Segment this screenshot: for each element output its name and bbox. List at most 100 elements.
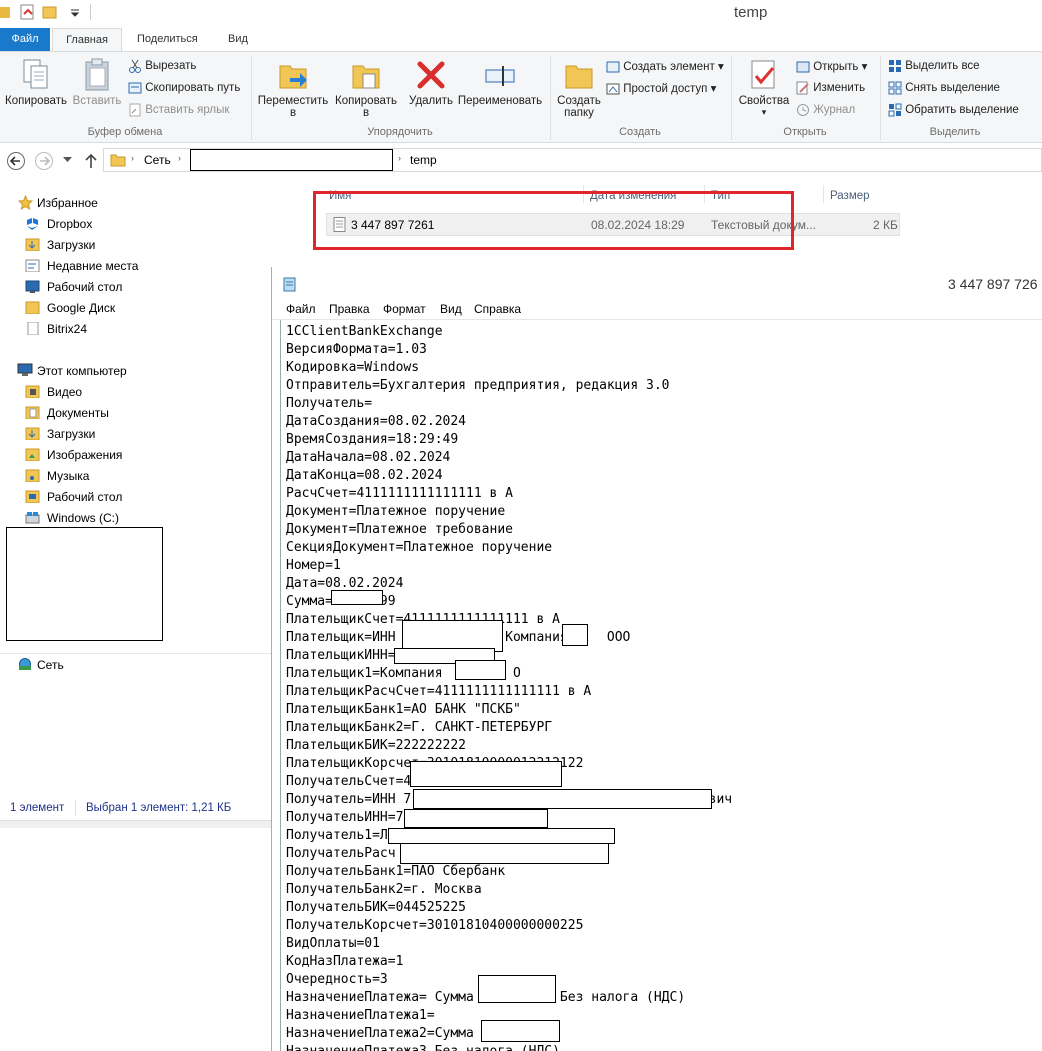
new-folder-button[interactable]: Создать папку xyxy=(555,58,603,119)
history-button[interactable]: Журнал xyxy=(796,103,855,117)
ribbon-separator xyxy=(251,56,252,140)
copy-path-button[interactable]: Скопировать путь xyxy=(128,81,240,95)
delete-button[interactable]: Удалить xyxy=(406,58,456,107)
menu-format[interactable]: Формат xyxy=(383,302,426,316)
edit-button[interactable]: Изменить xyxy=(796,81,865,95)
text-line: ПлательщикБИК=222222222 xyxy=(286,738,467,753)
nav-item-documents[interactable]: Документы xyxy=(47,406,109,420)
back-arrow-icon[interactable] xyxy=(6,151,26,171)
address-bar[interactable]: › Сеть › › temp xyxy=(103,148,1042,172)
breadcrumb-chevron-icon: › xyxy=(398,153,401,163)
status-bar-edge xyxy=(0,820,271,828)
tab-view[interactable]: Вид xyxy=(218,28,258,51)
edit-pencil-icon xyxy=(796,81,809,95)
text-line: ВидОплаты=01 xyxy=(286,936,380,951)
quick-access-toolbar: temp xyxy=(0,0,1042,28)
invert-selection-button[interactable]: Обратить выделение xyxy=(888,103,1019,117)
new-folder-icon[interactable] xyxy=(42,4,58,20)
text-line: ПолучательБанк2=г. Москва xyxy=(286,882,482,897)
breadcrumb-temp[interactable]: temp xyxy=(410,153,437,167)
copy-to-label-2: в xyxy=(362,107,370,119)
highlight-box xyxy=(313,191,794,250)
text-line: ВерсияФормата=1.03 xyxy=(286,342,427,357)
nav-item-pictures[interactable]: Изображения xyxy=(47,448,122,462)
select-none-icon xyxy=(888,81,902,95)
move-to-button[interactable]: Переместить в xyxy=(256,58,330,119)
tab-home[interactable]: Главная xyxy=(52,28,122,51)
column-header-size[interactable]: Размер xyxy=(830,190,870,202)
cut-button[interactable]: Вырезать xyxy=(128,59,196,73)
text-line: Сумма=10019.99 xyxy=(286,593,1036,611)
nav-favorites[interactable]: Избранное xyxy=(37,196,98,210)
nav-item-pc-desktop[interactable]: Рабочий стол xyxy=(47,490,122,504)
redacted-box xyxy=(190,149,393,171)
redacted-box xyxy=(400,843,609,864)
text-line: ПлательщикСчет=4111111111111111 в А xyxy=(286,612,560,627)
menu-view[interactable]: Вид xyxy=(440,302,462,316)
breadcrumb-chevron-icon: › xyxy=(178,153,181,163)
paste-label: Вставить xyxy=(72,95,122,107)
properties-icon[interactable] xyxy=(20,4,36,20)
nav-item-music[interactable]: Музыка xyxy=(47,469,89,483)
nav-item-videos[interactable]: Видео xyxy=(47,385,82,399)
copy-folder-icon xyxy=(352,65,380,89)
easy-access-button[interactable]: Простой доступ ▾ xyxy=(606,81,716,96)
nav-item-windows-c[interactable]: Windows (C:) xyxy=(47,511,119,525)
nav-this-pc[interactable]: Этот компьютер xyxy=(37,364,127,378)
tab-file[interactable]: Файл xyxy=(0,28,50,51)
text-line: ПлательщикБанк1=АО БАНК "ПСКБ" xyxy=(286,702,521,717)
open-button[interactable]: Открыть ▾ xyxy=(796,59,867,74)
notepad-text-area[interactable]: 1CClientBankExchange ВерсияФормата=1.03 Ко… xyxy=(286,323,1036,1051)
menu-edit[interactable]: Правка xyxy=(329,302,370,316)
copy-button[interactable]: Копировать xyxy=(4,58,68,107)
easy-access-label: Простой доступ xyxy=(623,83,708,95)
nav-item-downloads[interactable]: Загрузки xyxy=(47,238,95,252)
network-icon xyxy=(19,658,31,670)
invert-selection-label: Обратить выделение xyxy=(905,104,1019,117)
breadcrumb-network[interactable]: Сеть xyxy=(144,153,171,167)
menu-file[interactable]: Файл xyxy=(286,302,316,316)
copy-to-button[interactable]: Копировать в xyxy=(330,58,402,119)
nav-item-pc-downloads[interactable]: Загрузки xyxy=(47,427,95,441)
desktop-icon xyxy=(25,280,40,293)
text-line: ПолучательКорсчет=30101810400000000225 xyxy=(286,918,584,933)
rename-button[interactable]: Переименовать xyxy=(456,58,544,107)
text-line: ПолучательБИК=044525225 xyxy=(286,900,467,915)
invert-selection-icon xyxy=(888,103,902,117)
paste-shortcut-button[interactable]: Вставить ярлык xyxy=(128,103,229,117)
breadcrumb-chevron-icon: › xyxy=(131,153,134,163)
properties-button[interactable]: Свойства ▾ xyxy=(736,58,792,118)
nav-network[interactable]: Сеть xyxy=(37,658,64,672)
text-line: ДатаСоздания=08.02.2024 xyxy=(286,414,467,429)
tab-share[interactable]: Поделиться xyxy=(127,28,208,51)
text-line: Плательщик1=Компания О xyxy=(286,666,521,681)
paste-button[interactable]: Вставить xyxy=(70,58,124,107)
select-all-button[interactable]: Выделить все xyxy=(888,59,980,73)
group-organize-label: Упорядочить xyxy=(367,126,433,138)
text-line: СекцияДокумент=Платежное поручение xyxy=(286,540,553,555)
recent-locations-icon[interactable] xyxy=(63,157,72,163)
nav-item-google-drive[interactable]: Google Диск xyxy=(47,301,115,315)
text-line: КодНазПлатежа=1 xyxy=(286,954,404,969)
group-create-label: Создать xyxy=(619,126,661,138)
nav-item-recent[interactable]: Недавние места xyxy=(47,259,138,273)
paste-icon xyxy=(85,58,109,91)
menu-help[interactable]: Справка xyxy=(474,302,521,316)
new-item-button[interactable]: Создать элемент ▾ xyxy=(606,59,724,74)
forward-arrow-icon[interactable] xyxy=(34,151,54,171)
notepad-icon xyxy=(283,277,296,292)
downloads-folder-icon xyxy=(25,238,40,251)
nav-item-desktop[interactable]: Рабочий стол xyxy=(47,280,122,294)
ribbon-separator xyxy=(731,56,732,140)
select-none-button[interactable]: Снять выделение xyxy=(888,81,1000,95)
customize-toolbar-icon[interactable] xyxy=(70,7,80,17)
google-drive-icon xyxy=(25,301,40,314)
select-all-label: Выделить все xyxy=(905,60,980,73)
nav-item-bitrix24[interactable]: Bitrix24 xyxy=(47,322,87,336)
nav-item-dropbox[interactable]: Dropbox xyxy=(47,217,92,231)
folder-icon[interactable] xyxy=(0,5,12,19)
up-arrow-icon[interactable] xyxy=(84,153,98,169)
new-item-label: Создать элемент xyxy=(623,61,715,73)
computer-icon xyxy=(17,363,33,376)
divider xyxy=(90,4,91,20)
